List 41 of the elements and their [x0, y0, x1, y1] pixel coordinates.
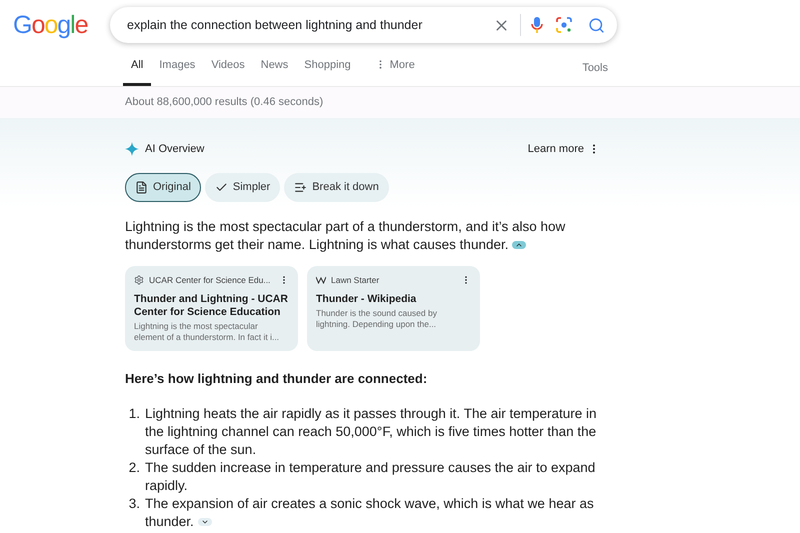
tab[interactable]: More	[366, 54, 423, 86]
source-snippet: Lightning is the most spectacular element of a thunderstorm. In fact it i...	[134, 320, 280, 343]
tab[interactable]: Videos	[203, 54, 253, 86]
step-number: 1.	[128, 404, 141, 422]
mode-chip[interactable]: Break it down	[284, 173, 389, 202]
step-number: 3.	[128, 494, 141, 512]
source-card[interactable]: UCAR Center for Science Edu... Thunder and Lightning - UCAR Center for Science Education Lightning is the most spectacular element of a thunderstorm. In fact it i...	[125, 266, 298, 351]
mode-chip[interactable]: Original	[125, 173, 201, 202]
step-number: 2.	[128, 458, 141, 476]
tab[interactable]: Shopping	[296, 54, 359, 86]
step-text: Lightning heats the air rapidly as it passes through it. The air temperature in the lightning channel can reach 50,000°F, which is five times hotter than the surface of the sun.	[145, 404, 598, 458]
source-title[interactable]: Thunder and Lightning - UCAR Center for Science Education	[134, 292, 289, 319]
mode-chip[interactable]: Simpler	[204, 173, 280, 202]
overview-summary: Lightning is the most spectacular part of a thunderstorm, and it’s also how thunderstorms get their name. Lightning is what causes thunder.	[125, 218, 566, 254]
source-title[interactable]: Thunder - Wikipedia	[316, 292, 471, 306]
camera-lens-icon[interactable]	[556, 17, 572, 33]
section-heading: Here’s how lightning and thunder are connected:	[125, 370, 428, 388]
ai-overview-title: AI Overview	[145, 142, 204, 157]
search-query[interactable]: explain the connection between lightning and thunder	[127, 16, 493, 34]
source-site: Lawn Starter	[331, 274, 380, 287]
result-stats: About 88,600,000 results (0.46 seconds)	[125, 95, 324, 110]
sparkle-icon	[125, 142, 139, 156]
collapse-chip[interactable]	[512, 241, 526, 250]
source-site: UCAR Center for Science Edu...	[149, 274, 270, 287]
w-letter-icon	[316, 276, 326, 284]
expand-chip[interactable]	[198, 518, 212, 526]
learn-more-button[interactable]: Learn more	[528, 140, 584, 158]
search-bar[interactable]: explain the connection between lightning and thunder	[110, 7, 617, 43]
step-text: The expansion of air creates a sonic shock wave, which is what we hear as thunder.	[145, 494, 595, 530]
step-text: The sudden increase in temperature and pressure causes the air to expand rapidly.	[145, 458, 596, 494]
source-card[interactable]: Lawn Starter Thunder - Wikipedia Thunder is the sound caused by lightning. Depending upon the...	[307, 266, 480, 351]
tab[interactable]: News	[252, 54, 296, 86]
tab[interactable]: Images	[151, 54, 204, 86]
gear-icon	[134, 275, 144, 286]
list-icon	[294, 181, 308, 194]
logo[interactable]: Google	[13, 12, 95, 38]
search-icon[interactable]	[588, 16, 605, 34]
microphone-icon[interactable]	[531, 16, 543, 34]
tools-button[interactable]: Tools	[582, 60, 608, 86]
document-icon	[135, 181, 148, 194]
source-snippet: Thunder is the sound caused by lightning. Depending upon the...	[316, 308, 438, 330]
